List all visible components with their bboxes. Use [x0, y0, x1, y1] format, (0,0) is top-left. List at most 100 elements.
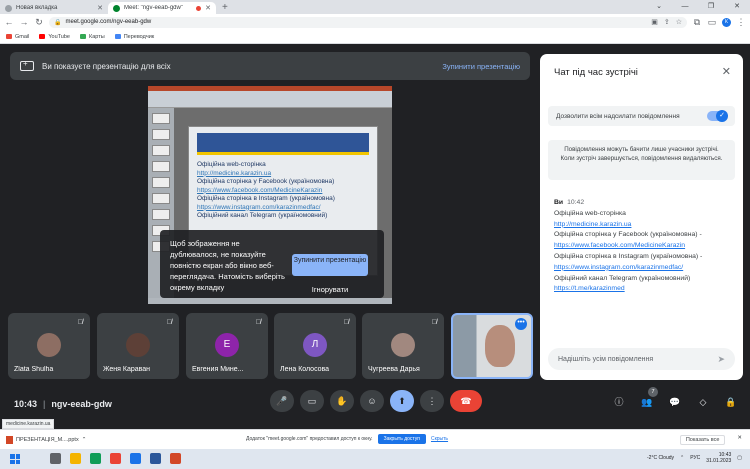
stop-presenting-link[interactable]: Зупинити презентацію	[442, 62, 520, 71]
close-icon[interactable]: ✕	[97, 4, 103, 12]
close-chat-button[interactable]: ✕	[722, 65, 731, 78]
download-filename: ПРЕЗЕНТАЦІЯ_М....pptx	[16, 436, 79, 443]
participant-tile[interactable]: 🎙̸ Е Евгения Мине...	[186, 313, 268, 379]
message-link[interactable]: https://t.me/karazinmed	[554, 284, 734, 295]
more-options-button[interactable]: ⋮	[420, 390, 444, 412]
allow-messages-row: Дозволити всім надсилати повідомлення	[548, 106, 735, 126]
forward-icon[interactable]: →	[19, 17, 29, 27]
download-bar: ПРЕЗЕНТАЦІЯ_М....pptx ⌃ Додаток "meet.goo…	[0, 429, 750, 449]
lock-icon[interactable]: 🔒	[54, 19, 61, 26]
self-video-tile[interactable]: •••	[451, 313, 533, 379]
participant-tile[interactable]: 🎙̸ Женя Караван	[97, 313, 179, 379]
tab-meet[interactable]: Meet: "ngv-eeab-gdw" ✕	[108, 2, 216, 14]
close-icon[interactable]: ✕	[737, 435, 742, 445]
dialog-stop-button[interactable]: Зупинити презентацію	[292, 254, 368, 276]
download-actions: Показать все ✕	[679, 435, 742, 445]
chrome-icon[interactable]	[90, 453, 101, 464]
emoji-button[interactable]: ☺	[360, 390, 384, 412]
menu-icon[interactable]: ⋮	[736, 17, 746, 28]
bookmark-translate[interactable]: Переводчик	[114, 33, 155, 40]
sidebar-icon[interactable]: ▭	[707, 17, 717, 28]
reload-icon[interactable]: ↻	[34, 17, 44, 28]
info-icon[interactable]: ⓘ	[612, 395, 626, 409]
windows-start-icon[interactable]	[10, 454, 20, 464]
language-indicator[interactable]: РУС	[690, 455, 700, 461]
bookmark-maps[interactable]: Карты	[80, 34, 105, 40]
participant-tile[interactable]: 🎙̸ Zlata Shulha	[8, 313, 90, 379]
more-options-icon[interactable]: •••	[515, 318, 527, 330]
slide-line: Офіційний канал Telegram (україномовний)	[197, 212, 328, 219]
stop-sharing-button[interactable]: Закрыть доступ	[377, 434, 426, 444]
meet-stage: Ви показуєте презентацію для всіх Зупини…	[0, 44, 750, 429]
participant-name: Евгения Мине...	[192, 366, 244, 373]
opera-icon[interactable]	[110, 453, 121, 464]
bookmark-gmail[interactable]: Gmail	[6, 34, 29, 40]
send-icon[interactable]: ➤	[717, 354, 725, 365]
sharing-text: Додаток "meet.google.com" предоставил до…	[246, 436, 373, 442]
camera-icon[interactable]: ▣	[651, 18, 658, 26]
weather-text[interactable]: -2°C Cloudy	[647, 455, 674, 461]
minimize-button[interactable]: —	[672, 0, 698, 14]
show-all-button[interactable]: Показать все	[679, 435, 726, 445]
participant-count-badge: 7	[648, 387, 658, 397]
tray-arrow-icon[interactable]: ⌃	[680, 455, 684, 461]
message-link[interactable]: https://www.facebook.com/MedicineKarazin	[554, 241, 734, 252]
file-explorer-icon[interactable]	[70, 453, 81, 464]
extensions-icon[interactable]: ⧉	[692, 17, 702, 28]
message-link[interactable]: http://medicine.karazin.ua	[554, 220, 734, 231]
powerpoint-icon[interactable]	[170, 453, 181, 464]
participant-tile[interactable]: 🎙̸ Чугреева Дарья	[362, 313, 444, 379]
leave-call-button[interactable]: ☎	[450, 390, 482, 412]
activities-icon[interactable]: ◇	[696, 395, 710, 409]
mic-button[interactable]: 🎤	[270, 390, 294, 412]
meet-icon	[113, 4, 120, 12]
message-line: Офіційна сторінка в Instagram (україномо…	[554, 252, 703, 260]
download-item[interactable]: ПРЕЗЕНТАЦІЯ_М....pptx ⌃	[6, 435, 87, 444]
tab-new-tab[interactable]: Новая вкладка ✕	[0, 2, 108, 14]
share-icon[interactable]: ⇪	[664, 18, 670, 26]
dialog-ignore-button[interactable]: Ігнорувати	[295, 285, 365, 294]
profile-avatar[interactable]: К	[722, 17, 731, 27]
participant-name: Zlata Shulha	[14, 366, 54, 373]
notifications-icon[interactable]: ▢	[737, 455, 742, 461]
avatar: Е	[215, 333, 239, 357]
search-icon[interactable]	[50, 453, 61, 464]
system-tray: -2°C Cloudy ⌃ РУС 10:43 31.01.2023 ▢	[647, 452, 742, 464]
chat-icon[interactable]: 💬	[668, 395, 682, 409]
powerpoint-statusbar	[148, 298, 392, 304]
chevron-up-icon[interactable]: ⌃	[82, 437, 87, 443]
star-icon[interactable]: ☆	[676, 18, 682, 26]
allow-messages-toggle[interactable]	[707, 110, 728, 122]
back-icon[interactable]: ←	[4, 17, 14, 27]
mic-off-icon: 🎙̸	[255, 319, 261, 326]
message-line: Офіційна web-сторінка	[554, 209, 626, 217]
hide-button[interactable]: Скрыть	[431, 436, 448, 442]
bookmark-label: Переводчик	[123, 33, 155, 40]
new-tab-button[interactable]: +	[216, 2, 234, 14]
slide-link: https://www.facebook.com/MedicineKarazin	[197, 186, 323, 194]
participant-name: Женя Караван	[103, 366, 151, 373]
mic-off-icon: 🎙̸	[343, 319, 349, 326]
clock[interactable]: 10:43 31.01.2023	[706, 452, 731, 464]
participant-tile[interactable]: 🎙̸ Л Лена Колосова	[274, 313, 356, 379]
bookmark-youtube[interactable]: YouTube	[39, 34, 70, 40]
raise-hand-button[interactable]: ✋	[330, 390, 354, 412]
maximize-button[interactable]: ❐	[698, 0, 724, 14]
recording-icon	[196, 5, 202, 11]
word-icon[interactable]	[150, 453, 161, 464]
people-icon[interactable]: 👥 7	[640, 387, 658, 409]
close-window-button[interactable]: ✕	[724, 0, 750, 14]
slide-header-banner	[197, 133, 369, 155]
chat-input[interactable]: Надішліть усім повідомлення ➤	[548, 348, 735, 370]
message-line: Офіційний канал Telegram (україномовний)	[554, 274, 691, 282]
close-icon[interactable]: ✕	[205, 4, 211, 12]
message-link[interactable]: https://www.instagram.com/karazinmedfac/	[554, 263, 734, 274]
avatar	[391, 333, 415, 357]
address-bar[interactable]: 🔒 meet.google.com/ngv-eeab-gdw ▣ ⇪ ☆	[49, 16, 687, 28]
camera-button[interactable]: ▭	[300, 390, 324, 412]
host-controls-icon[interactable]: 🔒	[724, 395, 738, 409]
tab-title: Новая вкладка	[16, 5, 58, 11]
present-button[interactable]: ⬆	[390, 390, 414, 412]
edge-icon[interactable]	[130, 453, 141, 464]
chevron-down-icon[interactable]: ⌄	[646, 0, 672, 14]
